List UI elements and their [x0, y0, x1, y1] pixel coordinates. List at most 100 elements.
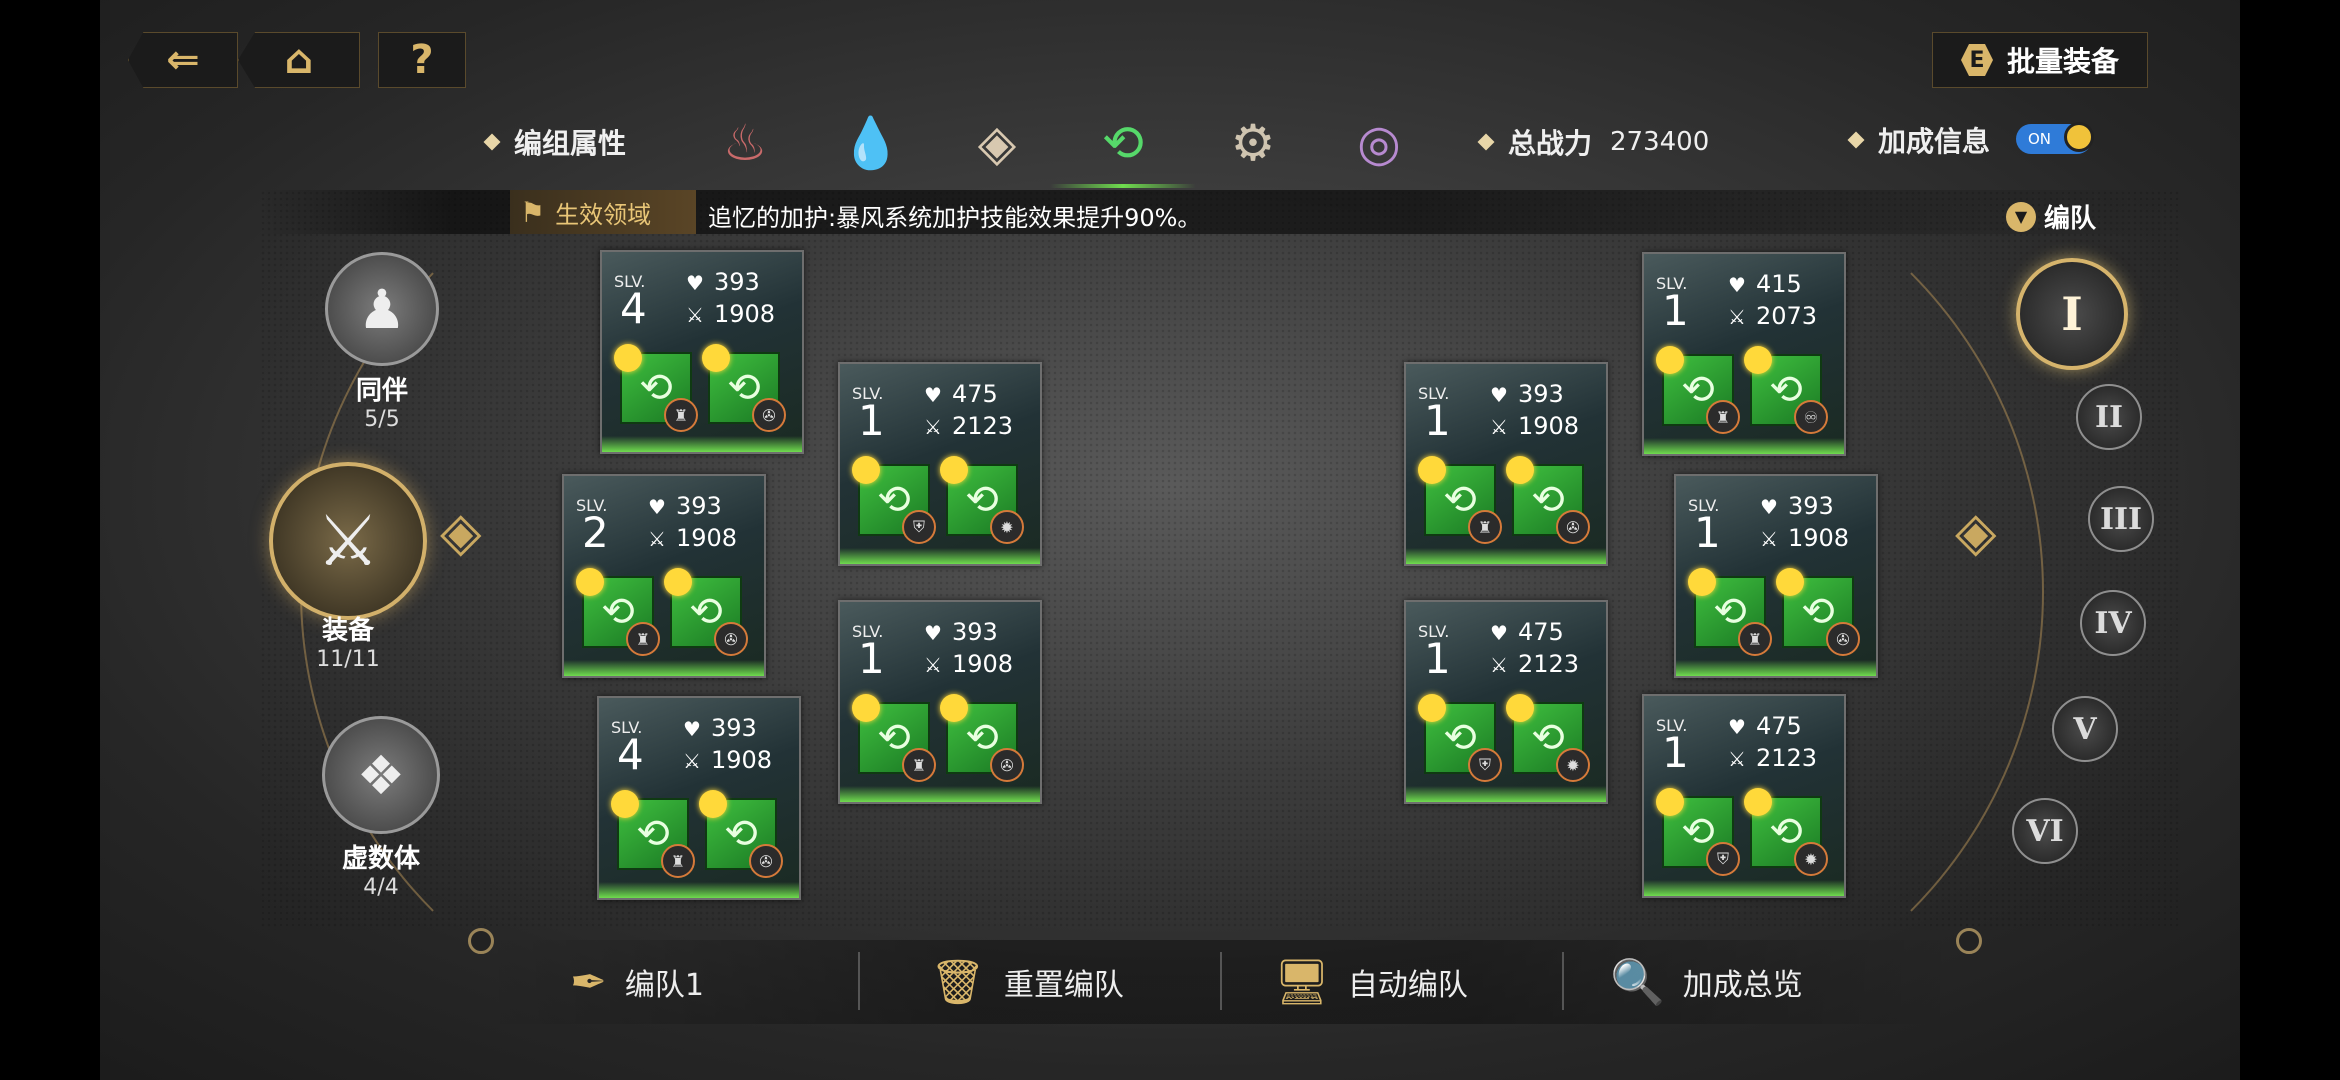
hp-value: 415: [1756, 270, 1802, 298]
heart-icon: ♥: [1490, 621, 1508, 645]
hp-stat: ♥ 393: [1490, 380, 1564, 408]
skill-level: 1: [1424, 396, 1451, 445]
team-2-button[interactable]: II: [2076, 384, 2142, 450]
hp-value: 393: [952, 618, 998, 646]
team-6-button[interactable]: VI: [2012, 798, 2078, 864]
star-pip: [1656, 346, 1684, 374]
bonus-toggle[interactable]: ON: [2016, 122, 2094, 154]
swords-icon: ⚔: [1490, 653, 1508, 677]
total-power: 总战力 273400: [1477, 122, 1709, 162]
swords-icon: ⚔: [1728, 747, 1746, 771]
hp-value: 475: [1756, 712, 1802, 740]
fire-icon[interactable]: ♨: [710, 108, 780, 178]
gear-icon[interactable]: ⚙: [1218, 108, 1288, 178]
sub-stat-icon: ✇: [990, 748, 1024, 782]
spiral-icon[interactable]: ◎: [1344, 108, 1414, 178]
reset-team-button[interactable]: 🗑 重置编队: [930, 950, 1124, 1014]
wind-chip: ⟲ ✹: [1506, 694, 1590, 782]
equipment-card[interactable]: SLV. 1 ♥ 415 ⚔ 2073 ⟲ ♜ ⟲ ♾: [1642, 252, 1846, 456]
quill-icon: ✒: [570, 956, 607, 1008]
swords-icon: ⚔: [683, 749, 701, 773]
star-pip: [702, 344, 730, 372]
equipment-card[interactable]: SLV. 1 ♥ 475 ⚔ 2123 ⟲ ⛨ ⟲ ✹: [1642, 694, 1846, 898]
home-button[interactable]: ⌂: [238, 32, 360, 88]
wind-chip: ⟲ ✇: [699, 790, 783, 878]
skill-level: 1: [858, 634, 885, 683]
equipment-card[interactable]: SLV. 1 ♥ 475 ⚔ 2123 ⟲ ⛨ ⟲ ✹: [838, 362, 1042, 566]
sub-stat-icon: ✹: [990, 510, 1024, 544]
star-pip: [1688, 568, 1716, 596]
batch-equip-button[interactable]: E 批量装备: [1932, 32, 2148, 88]
bonus-overview-button[interactable]: 🔍 加成总览: [1610, 950, 1803, 1014]
sub-stat-icon: ♜: [664, 398, 698, 432]
help-button[interactable]: ?: [378, 32, 466, 88]
wind-chip: ⟲ ✇: [1776, 568, 1860, 656]
star-pip: [852, 456, 880, 484]
sidebar-item-companion[interactable]: ♟ 同伴 5/5: [322, 252, 442, 432]
earth-icon[interactable]: ◈: [962, 108, 1032, 178]
effect-tag-label: 生效领域: [555, 200, 652, 229]
right-arc: [1140, 140, 2044, 1044]
team-1-button[interactable]: I: [2016, 258, 2128, 370]
team-name-button[interactable]: ✒ 编队1: [570, 950, 704, 1014]
star-pip: [940, 694, 968, 722]
team-5-button[interactable]: V: [2052, 696, 2118, 762]
heart-icon: ♥: [924, 621, 942, 645]
bonus-info: 加成信息: [1847, 120, 1990, 160]
hp-value: 475: [1518, 618, 1564, 646]
skill-level: 1: [1662, 286, 1689, 335]
equipment-card[interactable]: SLV. 4 ♥ 393 ⚔ 1908 ⟲ ♜ ⟲ ✇: [600, 250, 804, 454]
heart-icon: ♥: [1728, 715, 1746, 739]
equipment-card[interactable]: SLV. 1 ♥ 393 ⚔ 1908 ⟲ ♜ ⟲ ✇: [1674, 474, 1878, 678]
right-diamond-ornament: ◈: [1955, 500, 1997, 563]
auto-team-button[interactable]: 🖥 自动编队: [1274, 950, 1468, 1014]
star-pip: [1506, 456, 1534, 484]
swords-icon: ⚔: [924, 653, 942, 677]
sidebar-item-imaginary[interactable]: ❖ 虚数体 4/4: [316, 716, 446, 900]
hp-value: 393: [711, 714, 757, 742]
equipment-card[interactable]: SLV. 2 ♥ 393 ⚔ 1908 ⟲ ♜ ⟲ ✇: [562, 474, 766, 678]
hp-stat: ♥ 393: [1760, 492, 1834, 520]
screen: ◈ ◈ ⇐ ⌂ ? E 批量装备 编组属性 ♨ 💧 ◈ ⟲ ⚙ ◎ 总战力 27…: [0, 0, 2340, 1080]
heart-icon: ♥: [1760, 495, 1778, 519]
equipment-card[interactable]: SLV. 1 ♥ 393 ⚔ 1908 ⟲ ♜ ⟲ ✇: [838, 600, 1042, 804]
formation-toggle[interactable]: ▼ 编队: [2006, 198, 2096, 235]
sub-stat-icon: ✹: [1556, 748, 1590, 782]
team-4-button[interactable]: IV: [2080, 590, 2146, 656]
equipment-card[interactable]: SLV. 1 ♥ 393 ⚔ 1908 ⟲ ♜ ⟲ ✇: [1404, 362, 1608, 566]
hp-value: 475: [952, 380, 998, 408]
sub-stat-icon: ♜: [1738, 622, 1772, 656]
star-pip: [576, 568, 604, 596]
sub-stat-icon: ⛨: [902, 510, 936, 544]
swords-icon: ⚔: [1490, 415, 1508, 439]
sub-stat-icon: ♜: [902, 748, 936, 782]
star-pip: [1776, 568, 1804, 596]
team-3-button[interactable]: III: [2088, 486, 2154, 552]
heart-icon: ♥: [1728, 273, 1746, 297]
hp-stat: ♥ 475: [1490, 618, 1564, 646]
diamond-icon: [1847, 131, 1865, 149]
sub-stat-icon: ♜: [661, 844, 695, 878]
chevron-down-icon: ▼: [2006, 201, 2036, 232]
atk-stat: ⚔ 1908: [648, 524, 737, 552]
heart-icon: ♥: [1490, 383, 1508, 407]
wind-chip: ⟲ ♜: [611, 790, 695, 878]
equipment-card[interactable]: SLV. 4 ♥ 393 ⚔ 1908 ⟲ ♜ ⟲ ✇: [597, 696, 801, 900]
back-button[interactable]: ⇐: [128, 32, 238, 88]
formation-label: 编队: [2044, 204, 2097, 234]
swords-icon: ⚔: [686, 303, 704, 327]
wind-icon[interactable]: ⟲: [1088, 108, 1158, 178]
atk-stat: ⚔ 2123: [1728, 744, 1817, 772]
effect-tag: ⚑ 生效领域: [510, 190, 696, 234]
wind-chip: ⟲ ✹: [940, 456, 1024, 544]
star-pip: [1506, 694, 1534, 722]
equipment-card[interactable]: SLV. 1 ♥ 475 ⚔ 2123 ⟲ ⛨ ⟲ ✹: [1404, 600, 1608, 804]
sidebar-item-equipment[interactable]: ⚔ 装备 11/11: [266, 462, 430, 672]
wind-chip: ⟲ ♜: [614, 344, 698, 432]
bonus-toggle-label: ON: [2028, 130, 2052, 148]
water-icon[interactable]: 💧: [836, 108, 906, 178]
equipment-icon: ⚔: [269, 462, 427, 620]
wind-chip: ⟲ ♜: [1418, 456, 1502, 544]
star-pip: [1744, 346, 1772, 374]
auto-team-label: 自动编队: [1347, 968, 1468, 1003]
